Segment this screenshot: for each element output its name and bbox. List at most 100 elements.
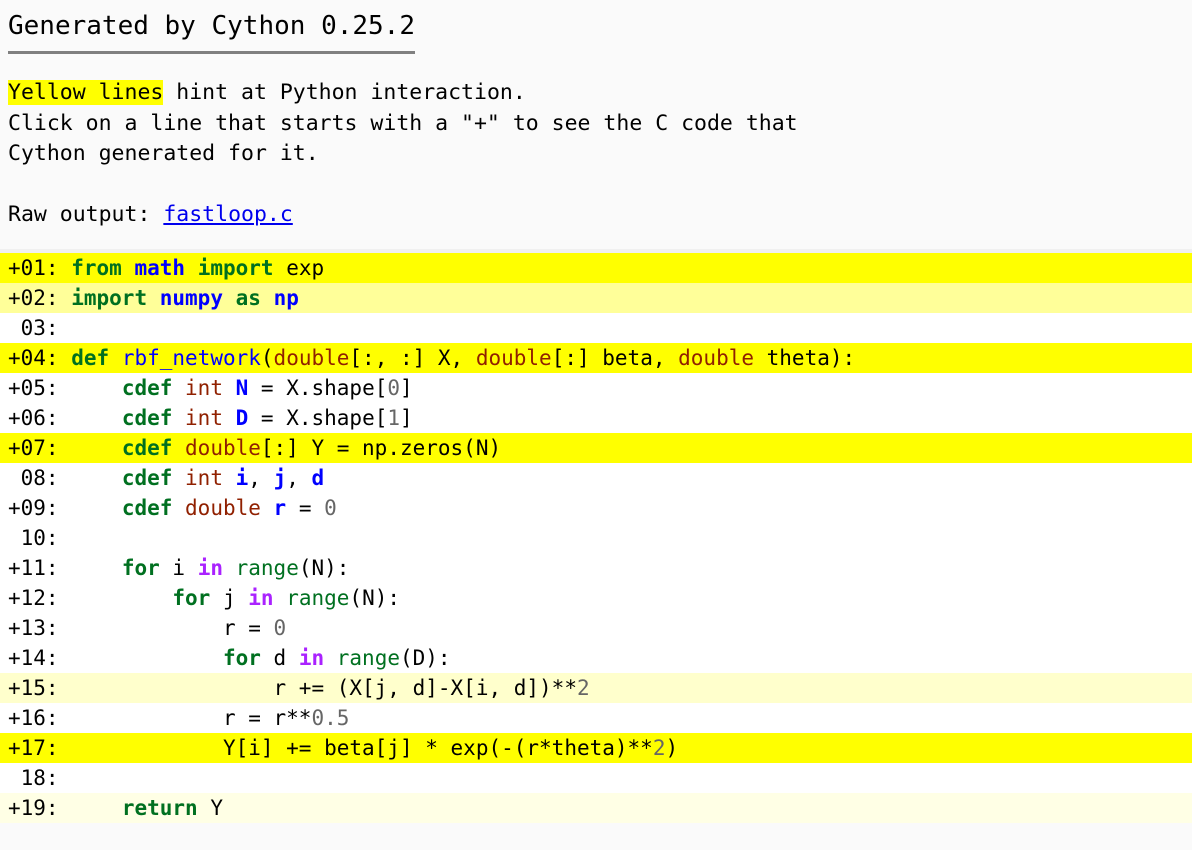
code-token: i: [235, 465, 249, 490]
code-token: ): [665, 735, 679, 760]
code-line[interactable]: +16: r = r**0.5: [0, 702, 1192, 733]
code-token: double: [185, 435, 261, 460]
code-token: cdef: [121, 495, 186, 520]
code-token: in: [197, 555, 236, 580]
code-token: import: [197, 255, 287, 280]
code-token: cdef: [121, 465, 186, 490]
code-token: 1: [387, 405, 401, 430]
hint-paragraph: Yellow lines hint at Python interaction.…: [8, 54, 1192, 170]
code-token: def: [71, 345, 122, 370]
code-token: int: [185, 375, 223, 400]
code-token: cdef: [121, 375, 186, 400]
code-line: 10:: [0, 522, 1192, 553]
code-token: 0.5: [311, 705, 350, 730]
code-token: from: [71, 255, 135, 280]
code-line[interactable]: +14: for d in range(D):: [0, 642, 1192, 673]
code-token: in: [248, 585, 287, 610]
line-number: 03:: [8, 315, 59, 340]
line-number: +04:: [8, 345, 59, 370]
code-token: range: [286, 585, 350, 610]
code-token: exp: [286, 255, 325, 280]
code-line[interactable]: +07: cdef double[:] Y = np.zeros(N): [0, 432, 1192, 463]
code-token: r =: [71, 615, 274, 640]
line-number-gap: [59, 466, 72, 490]
code-token: as: [235, 285, 274, 310]
code-token: theta):: [754, 345, 856, 370]
code-line[interactable]: +05: cdef int N = X.shape[0]: [0, 372, 1192, 403]
line-number-gap: [59, 376, 72, 400]
line-number-gap: [59, 526, 72, 550]
code-token: (D):: [399, 645, 451, 670]
code-line[interactable]: +13: r = 0: [0, 612, 1192, 643]
line-number-gap: [59, 706, 72, 730]
code-token: = X.shape[: [248, 405, 388, 430]
code-line[interactable]: +15: r += (X[j, d]-X[i, d])**2: [0, 672, 1192, 703]
line-number: +06:: [8, 405, 59, 430]
line-number-gap: [59, 496, 72, 520]
yellow-lines-highlight: Yellow lines: [8, 79, 164, 105]
code-token: np: [273, 285, 299, 310]
code-token: math: [134, 255, 186, 280]
code-token: (N):: [349, 585, 400, 610]
raw-output-link[interactable]: fastloop.c: [163, 202, 292, 227]
raw-output-paragraph: Raw output: fastloop.c: [8, 170, 1192, 249]
code-token: return: [121, 795, 211, 820]
line-number-gap: [59, 676, 72, 700]
raw-output-label: Raw output:: [8, 202, 164, 228]
code-token: Y: [210, 795, 223, 820]
line-number-gap: [59, 346, 72, 370]
code-token: double: [273, 345, 350, 370]
code-token: = X.shape[: [248, 375, 388, 400]
line-number: +01:: [8, 255, 59, 280]
code-token: int: [185, 405, 223, 430]
code-token: r += (X[j, d]-X[i, d])**: [71, 675, 577, 700]
code-line[interactable]: +06: cdef int D = X.shape[1]: [0, 402, 1192, 433]
code-token: ,: [286, 465, 312, 490]
line-number: +09:: [8, 495, 59, 520]
code-token: [:] beta,: [551, 345, 679, 370]
line-number: 18:: [8, 765, 59, 790]
line-number: 10:: [8, 525, 59, 550]
code-token: j: [273, 465, 287, 490]
line-number-gap: [59, 406, 72, 430]
code-token: in: [298, 645, 337, 670]
code-token: ,: [248, 465, 274, 490]
code-token: for: [172, 585, 223, 610]
code-token: r = r**: [71, 705, 312, 730]
code-token: i: [172, 555, 198, 580]
code-token: cdef: [121, 435, 186, 460]
line-number-gap: [59, 796, 72, 820]
line-number-gap: [59, 766, 72, 790]
code-token: (N):: [298, 555, 350, 580]
code-line[interactable]: +19: return Y: [0, 792, 1192, 823]
code-line[interactable]: +12: for j in range(N):: [0, 582, 1192, 613]
line-number-gap: [59, 736, 72, 760]
code-line[interactable]: +09: cdef double r = 0: [0, 492, 1192, 523]
line-number: +12:: [8, 585, 59, 610]
code-token: numpy: [159, 285, 223, 310]
line-number: +14:: [8, 645, 59, 670]
code-line[interactable]: +11: for i in range(N):: [0, 552, 1192, 583]
line-number: 08:: [8, 465, 59, 490]
code-token: ]: [400, 405, 413, 430]
code-token: 2: [576, 675, 590, 700]
code-line[interactable]: +17: Y[i] += beta[j] * exp(-(r*theta)**2…: [0, 732, 1192, 763]
title-wrap: Generated by Cython 0.25.2: [8, 0, 1192, 54]
line-number-gap: [59, 556, 72, 580]
code-line[interactable]: +04: def rbf_network(double[:, :] X, dou…: [0, 342, 1192, 373]
code-line[interactable]: +01: from math import exp: [0, 252, 1192, 283]
code-line[interactable]: +02: import numpy as np: [0, 282, 1192, 313]
code-line: 18:: [0, 762, 1192, 793]
